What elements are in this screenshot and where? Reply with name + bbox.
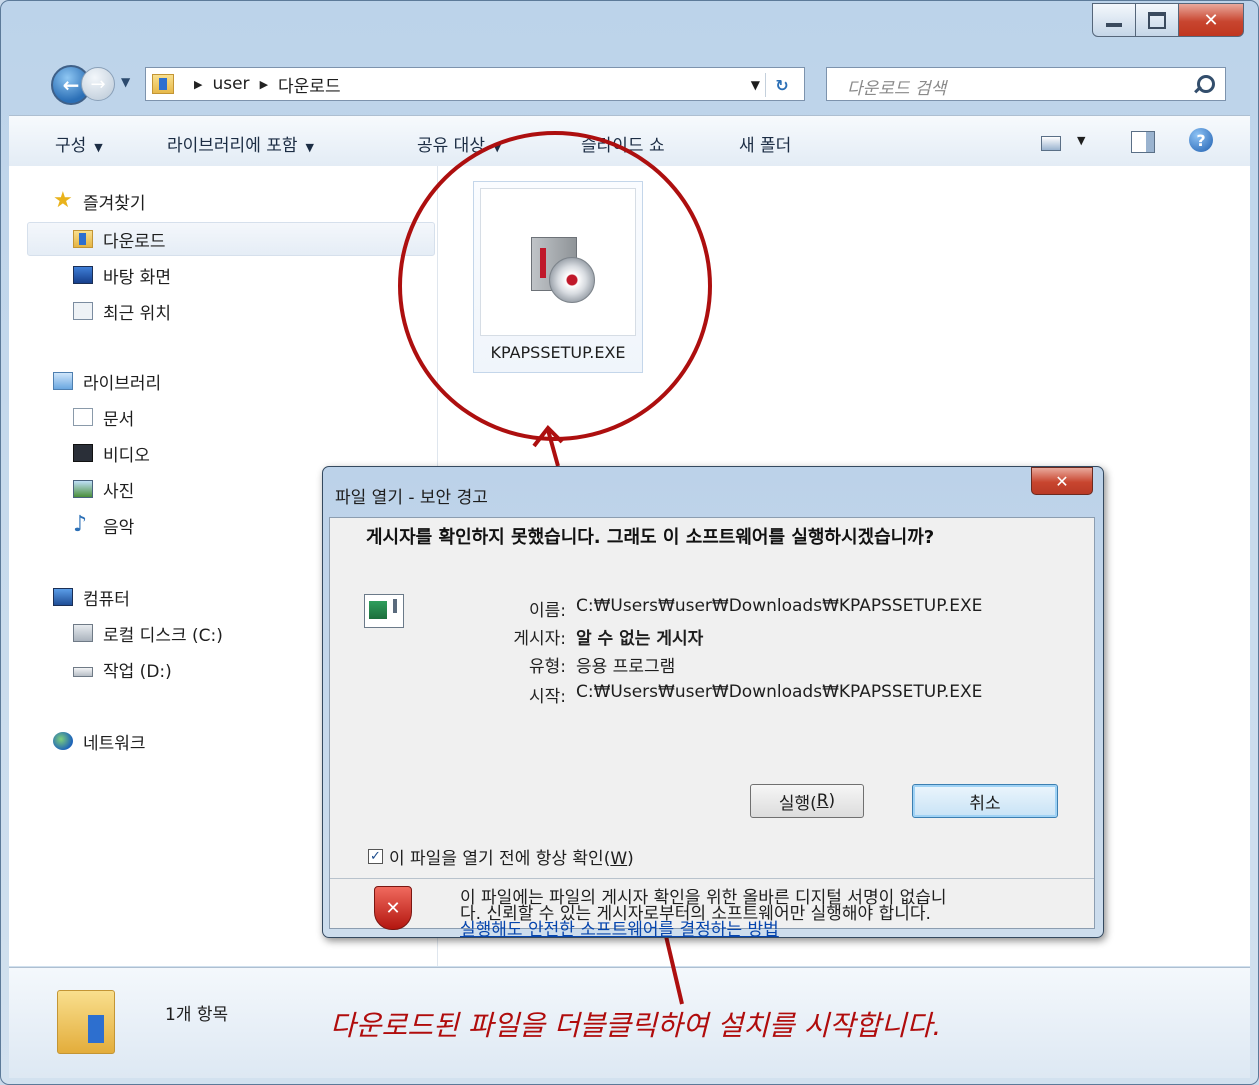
field-from: 시작: C:₩Users₩user₩Downloads₩KPAPSSETUP.E… [446, 682, 982, 707]
application-icon [364, 594, 404, 628]
field-name: 이름: C:₩Users₩user₩Downloads₩KPAPSSETUP.E… [446, 596, 982, 621]
cancel-button[interactable]: 취소 [912, 784, 1058, 818]
dialog-body: 게시자를 확인하지 못했습니다. 그래도 이 소프트웨어를 실행하시겠습니까? … [329, 517, 1095, 939]
field-label: 유형: [528, 657, 566, 677]
field-value: C:₩Users₩user₩Downloads₩KPAPSSETUP.EXE [576, 682, 983, 702]
caption-pointer-line [664, 935, 684, 1005]
field-value: 알 수 없는 게시자 [576, 629, 704, 649]
field-label: 이름: [528, 601, 566, 621]
dialog-heading: 게시자를 확인하지 못했습니다. 그래도 이 소프트웨어를 실행하시겠습니까? [366, 527, 935, 548]
learn-more-link[interactable]: 실행해도 안전한 소프트웨어를 결정하는 방법 [460, 922, 1080, 939]
close-icon: ✕ [1055, 471, 1069, 491]
dialog-title: 파일 열기 - 보안 경고 [335, 488, 488, 508]
security-warning-dialog: 파일 열기 - 보안 경고 ✕ 게시자를 확인하지 못했습니다. 그래도 이 소… [322, 466, 1104, 939]
field-label: 게시자: [513, 629, 566, 649]
security-shield-icon: ✕ [374, 886, 412, 930]
checkbox-label: 이 파일을 열기 전에 항상 확인(W) [389, 849, 634, 869]
field-value: C:₩Users₩user₩Downloads₩KPAPSSETUP.EXE [576, 596, 983, 616]
warning-text: 이 파일에는 파일의 게시자 확인을 위한 올바른 디지털 서명이 없습니 다.… [460, 890, 1080, 939]
always-ask-checkbox-row[interactable]: ✓ 이 파일을 열기 전에 항상 확인(W) [368, 844, 634, 869]
field-publisher: 게시자: 알 수 없는 게시자 [446, 624, 703, 649]
field-value: 응용 프로그램 [576, 657, 676, 677]
divider [330, 878, 1094, 879]
field-type: 유형: 응용 프로그램 [446, 652, 675, 677]
always-ask-checkbox[interactable]: ✓ [368, 849, 383, 864]
dialog-close-button[interactable]: ✕ [1031, 467, 1093, 495]
instruction-caption: 다운로드된 파일을 더블클릭하여 설치를 시작합니다. [330, 1009, 942, 1042]
run-button[interactable]: 실행(R) [750, 784, 864, 818]
field-label: 시작: [528, 687, 566, 707]
